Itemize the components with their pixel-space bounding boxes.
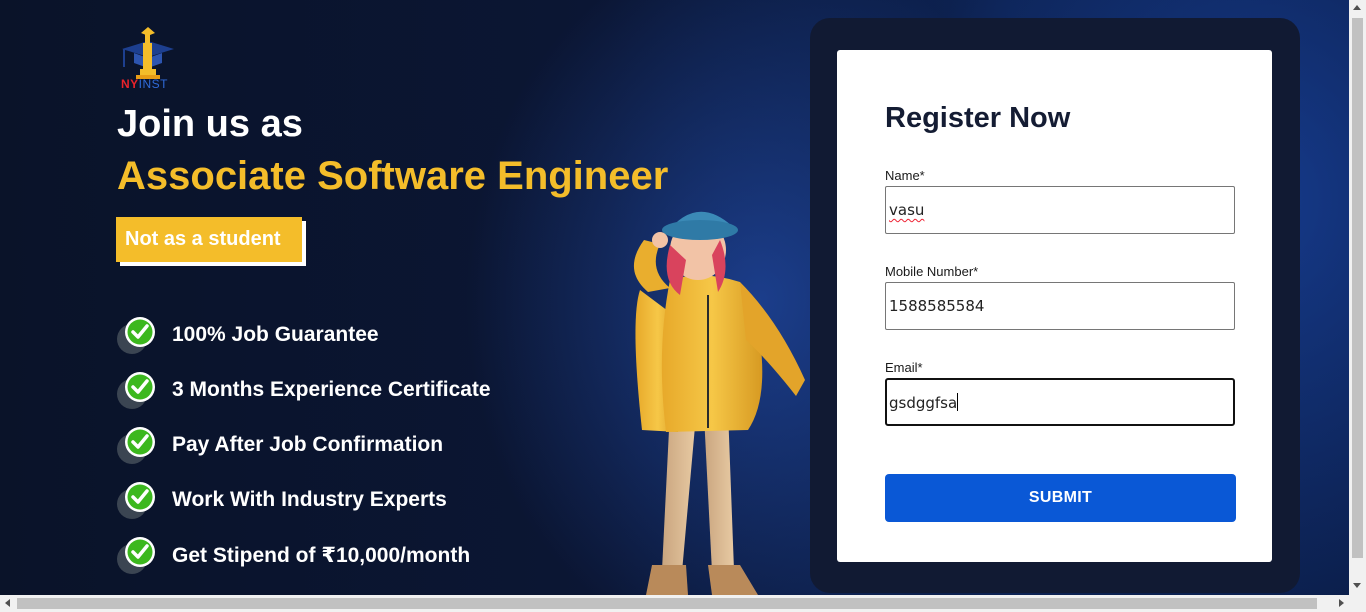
feature-text: 100% Job Guarantee	[172, 323, 379, 346]
feature-text: 3 Months Experience Certificate	[172, 378, 491, 401]
vertical-scrollbar[interactable]	[1349, 0, 1366, 595]
name-input-value: vasu	[889, 201, 925, 219]
feature-text: Work With Industry Experts	[172, 488, 447, 511]
mobile-input-value: 1588585584	[889, 297, 985, 315]
check-icon	[117, 482, 155, 519]
horizontal-scrollbar[interactable]	[0, 595, 1366, 612]
mobile-label: Mobile Number*	[885, 264, 979, 279]
page-viewport: NYINST Join us as Associate Software Eng…	[0, 0, 1349, 595]
email-label: Email*	[885, 360, 923, 375]
role-title: Associate Software Engineer	[117, 154, 669, 198]
not-a-student-tag: Not as a student	[116, 217, 302, 262]
horizontal-scrollbar-thumb[interactable]	[17, 598, 1317, 609]
check-icon	[117, 372, 155, 409]
headline: Join us as	[117, 103, 303, 145]
logo-inst: INST	[138, 77, 169, 91]
check-icon	[117, 537, 155, 574]
scroll-down-arrow-icon[interactable]	[1353, 583, 1361, 588]
email-input[interactable]: gsdggfsa	[885, 378, 1235, 426]
scroll-right-arrow-icon[interactable]	[1339, 599, 1344, 607]
check-icon	[117, 317, 155, 354]
feature-text: Pay After Job Confirmation	[172, 433, 444, 456]
register-form: Register Now Name* vasu Mobile Number* 1…	[837, 50, 1272, 562]
logo-ny: NY	[121, 77, 139, 91]
vertical-scrollbar-thumb[interactable]	[1352, 18, 1363, 558]
mobile-input[interactable]: 1588585584	[885, 282, 1235, 330]
email-input-value: gsdggfsa	[889, 394, 958, 412]
submit-button[interactable]: SUBMIT	[885, 474, 1236, 522]
logo-text: NYINST	[121, 77, 168, 91]
check-icon	[117, 427, 155, 464]
name-input[interactable]: vasu	[885, 186, 1235, 234]
scroll-up-arrow-icon[interactable]	[1353, 5, 1361, 10]
feature-text: Get Stipend of ₹10,000/month	[172, 544, 471, 567]
text-caret	[957, 393, 959, 411]
scroll-left-arrow-icon[interactable]	[5, 599, 10, 607]
form-title: Register Now	[885, 102, 1071, 134]
name-label: Name*	[885, 168, 925, 183]
character-illustration	[633, 211, 805, 595]
